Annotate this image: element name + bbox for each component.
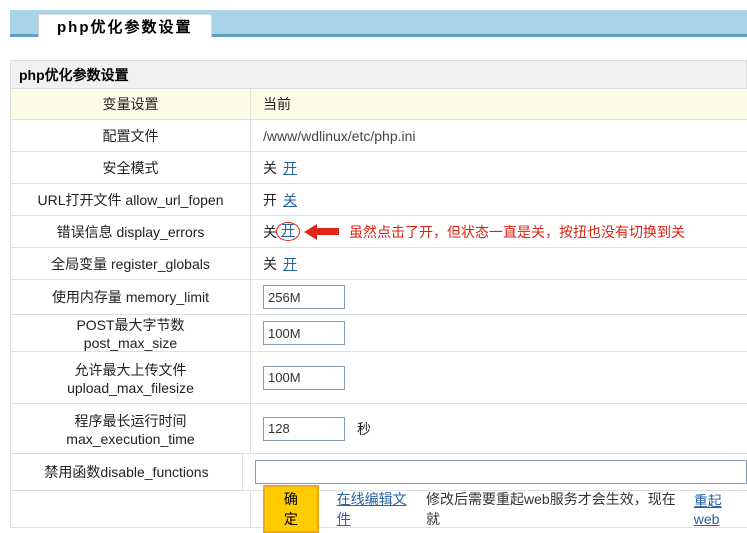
allow-url-fopen-toggle-link[interactable]: 关 [283,190,297,210]
max-execution-time-input[interactable] [263,417,345,441]
settings-table: 变量设置 当前 配置文件 /www/wdlinux/etc/php.ini 安全… [10,89,747,528]
upload-max-filesize-input[interactable] [263,366,345,390]
row-label: 程序最长运行时间 max_execution_time [11,404,251,453]
row-label: 禁用函数disable_functions [11,454,243,490]
tab-bar: php优化参数设置 [10,10,747,37]
submit-button[interactable]: 确定 [263,485,319,533]
tab-php-settings[interactable]: php优化参数设置 [38,14,212,38]
highlight-circle: 开 [276,222,300,241]
display-errors-current-state: 关 [263,222,277,242]
row-max-execution-time: 程序最长运行时间 max_execution_time 秒 [11,404,747,454]
safe-mode-current-state: 关 [263,158,277,178]
row-upload-max-filesize: 允许最大上传文件 upload_max_filesize [11,352,747,404]
column-header-variable: 变量设置 [11,89,251,119]
row-allow-url-fopen: URL打开文件 allow_url_fopen 开 关 [11,184,747,216]
online-edit-file-link[interactable]: 在线编辑文件 [337,489,420,529]
register-globals-toggle-link[interactable]: 开 [283,254,297,274]
register-globals-current-state: 关 [263,254,277,274]
row-label: 全局变量 register_globals [11,248,251,279]
row-label: POST最大字节数 post_max_size [11,315,251,351]
seconds-unit-label: 秒 [357,419,371,439]
row-label: URL打开文件 allow_url_fopen [11,184,251,215]
row-post-max-size: POST最大字节数 post_max_size [11,315,747,352]
row-register-globals: 全局变量 register_globals 关 开 [11,248,747,280]
row-label: 配置文件 [11,120,251,151]
settings-panel: php优化参数设置 变量设置 当前 配置文件 /www/wdlinux/etc/… [10,60,747,528]
row-memory-limit: 使用内存量 memory_limit [11,280,747,315]
post-max-size-input[interactable] [263,321,345,345]
disable-functions-input[interactable] [255,460,747,484]
row-disable-functions: 禁用函数disable_functions [11,454,747,491]
safe-mode-toggle-link[interactable]: 开 [283,158,297,178]
row-label: 安全模式 [11,152,251,183]
allow-url-fopen-current-state: 开 [263,190,277,210]
restart-note: 修改后需要重起web服务才会生效，现在就 [426,489,688,529]
page-title: php优化参数设置 [10,60,747,89]
row-label: 允许最大上传文件 upload_max_filesize [11,352,251,403]
row-label: 错误信息 display_errors [11,216,251,247]
memory-limit-input[interactable] [263,285,345,309]
row-config-file: 配置文件 /www/wdlinux/etc/php.ini [11,120,747,152]
table-header-row: 变量设置 当前 [11,89,747,120]
footer-row: 确定 在线编辑文件 修改后需要重起web服务才会生效，现在就 重起web [11,491,747,528]
config-file-path: /www/wdlinux/etc/php.ini [251,120,747,151]
column-header-current: 当前 [251,89,747,119]
annotation-text: 虽然点击了开，但状态一直是关，按扭也没有切换到关 [349,222,685,242]
row-safe-mode: 安全模式 关 开 [11,152,747,184]
arrow-left-icon [304,224,339,240]
display-errors-toggle-link[interactable]: 开 [281,222,295,238]
row-label: 使用内存量 memory_limit [11,280,251,314]
row-display-errors: 错误信息 display_errors 关 开 虽然点击了开，但状态一直是关，按… [11,216,747,248]
tab-label: php优化参数设置 [57,16,193,37]
